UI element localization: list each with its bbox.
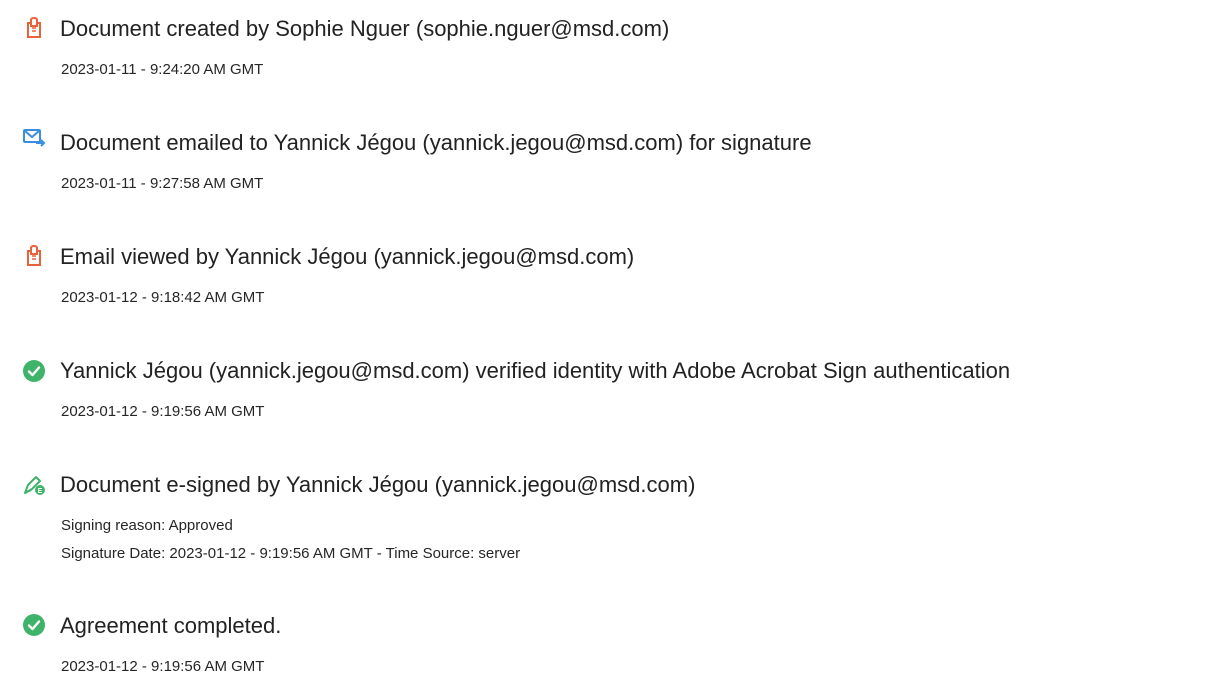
event-title: Document emailed to Yannick Jégou (yanni… (60, 130, 812, 155)
event-title: Yannick Jégou (yannick.jegou@msd.com) ve… (60, 358, 1011, 383)
document-created-icon (22, 16, 46, 40)
check-circle-icon (22, 613, 46, 637)
event-title: Document e-signed by Yannick Jégou (yann… (60, 472, 696, 497)
event-timestamp: 2023-01-11 - 9:27:58 AM GMT (61, 175, 264, 192)
event-title: Email viewed by Yannick Jégou (yannick.j… (60, 244, 635, 269)
event-timestamp: 2023-01-11 - 9:24:20 AM GMT (61, 61, 264, 78)
esign-pen-icon: E (22, 472, 46, 496)
signature-date: Signature Date: 2023-01-12 - 9:19:56 AM … (61, 545, 521, 562)
document-viewed-icon (22, 244, 46, 268)
svg-text:E: E (38, 488, 43, 495)
event-title: Agreement completed. (60, 613, 282, 638)
event-title: Document created by Sophie Nguer (sophie… (60, 16, 670, 41)
check-circle-icon (22, 359, 46, 383)
event-timestamp: 2023-01-12 - 9:19:56 AM GMT (61, 403, 265, 420)
event-timestamp: 2023-01-12 - 9:18:42 AM GMT (61, 289, 265, 306)
email-sent-icon (22, 126, 46, 150)
event-timestamp: 2023-01-12 - 9:19:56 AM GMT (61, 658, 265, 675)
signing-reason: Signing reason: Approved (61, 517, 233, 534)
